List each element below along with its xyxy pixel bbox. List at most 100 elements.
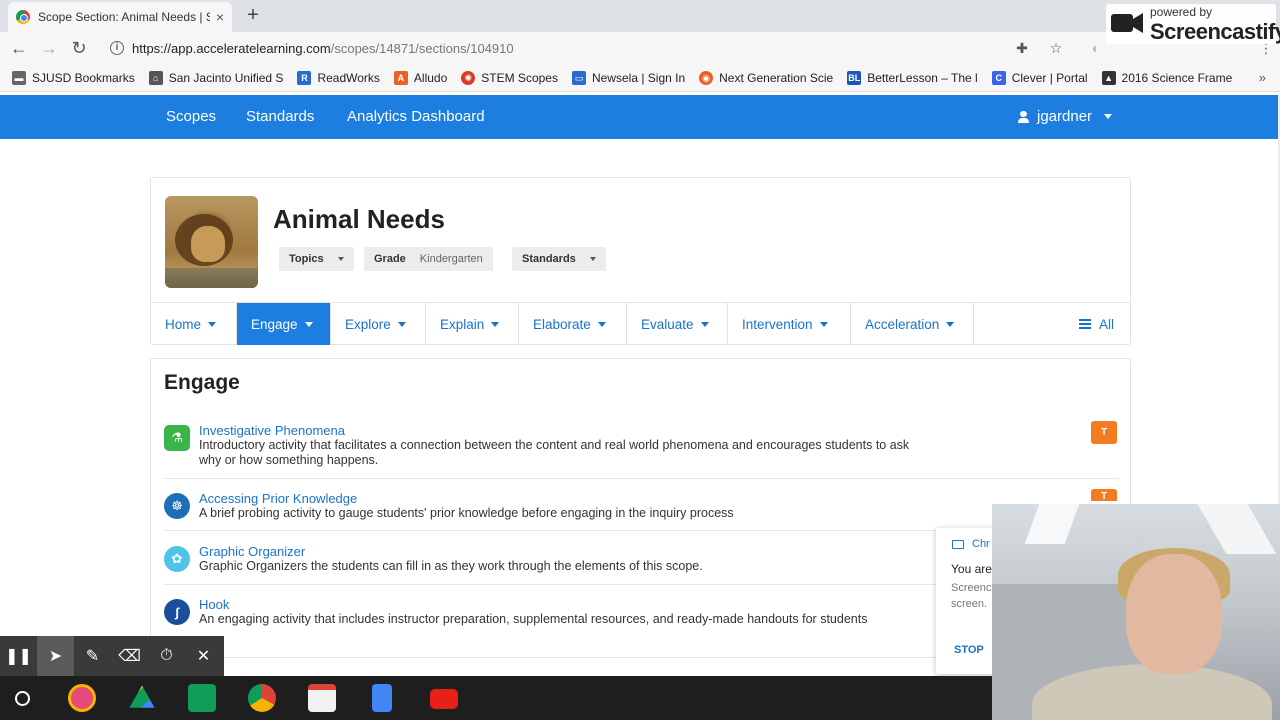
teacher-badge[interactable]: T	[1091, 421, 1117, 444]
list-item: ☸ Accessing Prior Knowledge A brief prob…	[164, 491, 1119, 531]
topics-dropdown[interactable]: Topics	[279, 247, 354, 271]
chevron-down-icon	[208, 321, 217, 327]
browser-toolbar: ← → ↻ i https://app.acceleratelearning.c…	[0, 32, 1280, 64]
tab-acceleration[interactable]: Acceleration	[851, 303, 974, 345]
new-tab-button[interactable]: +	[242, 5, 264, 27]
chevron-down-icon	[597, 321, 606, 327]
eraser-icon[interactable]: ⌫	[111, 636, 148, 676]
pause-icon[interactable]: ❚❚	[0, 636, 37, 676]
activity-title-link[interactable]: Graphic Organizer	[199, 544, 305, 559]
notification-title: You are	[951, 562, 992, 576]
teacher-badge[interactable]: T	[1091, 489, 1117, 501]
bookmarks-bar: ▬ SJUSD Bookmarks ⌂ San Jacinto Unified S …	[0, 64, 1280, 92]
chevron-down-icon	[304, 321, 313, 327]
chevron-down-icon	[397, 321, 406, 327]
tab-close-icon[interactable]: ×	[216, 9, 224, 25]
bookmark-item[interactable]: ▲ 2016 Science Frame	[1101, 70, 1232, 85]
screencastify-watermark: powered by Screencastify	[1106, 4, 1280, 44]
nav-scopes-link[interactable]: Scopes	[166, 108, 216, 125]
bookmark-item[interactable]: ▭ Newsela | Sign In	[571, 70, 685, 85]
tab-engage[interactable]: Engage	[237, 303, 331, 345]
launcher-icon[interactable]	[15, 691, 30, 706]
forward-arrow-icon[interactable]: →	[38, 37, 60, 59]
chevron-down-icon	[946, 321, 955, 327]
user-menu[interactable]: jgardner	[1018, 108, 1113, 125]
username: jgardner	[1037, 108, 1093, 125]
browser-tab-active[interactable]: Scope Section: Animal Needs | S ×	[8, 2, 232, 32]
scope-thumbnail-lion	[165, 196, 258, 288]
chevron-down-icon	[337, 257, 344, 261]
bookmark-item[interactable]: ▬ SJUSD Bookmarks	[12, 70, 135, 85]
user-icon	[1018, 110, 1029, 123]
tab-explain[interactable]: Explain	[426, 303, 519, 345]
list-item: ⚗ Investigative Phenomena Introductory a…	[164, 423, 1119, 479]
bookmark-item[interactable]: ✺ STEM Scopes	[461, 70, 558, 85]
activity-title-link[interactable]: Accessing Prior Knowledge	[199, 491, 357, 506]
graduation-cap-icon: ▲	[1101, 70, 1116, 85]
extension-icon[interactable]: ◐	[1088, 40, 1104, 56]
cursor-icon[interactable]: ➤	[37, 636, 74, 676]
nav-standards-link[interactable]: Standards	[246, 108, 314, 125]
google-classroom-icon[interactable]	[188, 684, 216, 712]
google-drive-icon[interactable]	[129, 685, 155, 708]
extension-puzzle-icon[interactable]: ✚	[1014, 40, 1030, 56]
site-info-icon[interactable]: i	[110, 41, 124, 55]
screencastify-brand: Screencastify	[1150, 19, 1280, 44]
bookmark-star-icon[interactable]: ☆	[1048, 40, 1064, 56]
organizer-icon: ✿	[164, 546, 190, 572]
activity-description: Introductory activity that facilitates a…	[199, 438, 910, 467]
activity-description: An engaging activity that includes instr…	[199, 612, 868, 626]
chevron-down-icon	[491, 321, 500, 327]
url-path: /scopes/14871/sections/104910	[330, 40, 514, 56]
standards-dropdown[interactable]: Standards	[512, 247, 606, 271]
bookmark-item[interactable]: R ReadWorks	[297, 70, 380, 85]
all-sections-button[interactable]: All	[1079, 303, 1114, 345]
activity-description: Graphic Organizers the students can fill…	[199, 559, 703, 573]
bookmark-item[interactable]: BL BetterLesson – The l	[847, 70, 978, 85]
tab-elaborate[interactable]: Elaborate	[519, 303, 627, 345]
school-icon: ⌂	[148, 70, 163, 85]
nav-analytics-link[interactable]: Analytics Dashboard	[347, 108, 485, 125]
tab-home[interactable]: Home	[151, 303, 237, 345]
google-docs-icon[interactable]	[372, 684, 392, 712]
address-bar[interactable]: i https://app.acceleratelearning.com/sco…	[104, 36, 1104, 60]
tab-explore[interactable]: Explore	[331, 303, 426, 345]
activity-title-link[interactable]: Hook	[199, 597, 229, 612]
activity-description: A brief probing activity to gauge studen…	[199, 506, 734, 520]
chevron-down-icon	[819, 321, 828, 327]
tab-intervention[interactable]: Intervention	[728, 303, 851, 345]
scope-header-card: Animal Needs Topics Grade Kindergarten S…	[150, 177, 1131, 345]
chrome-browser-icon[interactable]	[248, 684, 276, 712]
os-shelf	[0, 676, 992, 720]
betterlesson-icon: BL	[847, 70, 862, 85]
ngss-icon: ◉	[699, 70, 714, 85]
bookmarks-more-icon[interactable]: »	[1259, 70, 1266, 85]
back-arrow-icon[interactable]: ←	[8, 37, 30, 59]
hamburger-menu-icon	[1079, 319, 1091, 329]
screencastify-logo-icon	[1111, 13, 1143, 33]
timer-icon[interactable]: ⏱	[148, 636, 185, 676]
youtube-icon[interactable]	[430, 689, 458, 709]
bookmark-item[interactable]: ◉ Next Generation Scie	[699, 70, 833, 85]
section-title: Engage	[164, 371, 240, 394]
webcam-overlay	[992, 504, 1280, 720]
notification-header: Chr	[952, 538, 990, 550]
gmail-icon[interactable]	[308, 684, 336, 712]
bookmark-item[interactable]: A Alludo	[393, 70, 447, 85]
tab-evaluate[interactable]: Evaluate	[627, 303, 728, 345]
tab-title: Scope Section: Animal Needs | S	[38, 10, 210, 24]
bookmark-item[interactable]: C Clever | Portal	[991, 70, 1088, 85]
clever-icon: C	[991, 70, 1006, 85]
stop-sharing-button[interactable]: STOP	[954, 644, 984, 656]
help-app-icon[interactable]	[68, 684, 96, 712]
stemscopes-icon: ✺	[461, 70, 476, 85]
bookmark-item[interactable]: ⌂ San Jacinto Unified S	[148, 70, 283, 85]
pen-icon[interactable]: ✎	[74, 636, 111, 676]
notification-body: Screenc screen.	[951, 582, 992, 610]
close-icon[interactable]: ✕	[185, 636, 222, 676]
hook-icon: ʃ	[164, 599, 190, 625]
scope-title: Animal Needs	[273, 204, 445, 234]
activity-title-link[interactable]: Investigative Phenomena	[199, 423, 345, 438]
reload-icon[interactable]: ↻	[68, 37, 90, 59]
chevron-down-icon	[700, 321, 709, 327]
